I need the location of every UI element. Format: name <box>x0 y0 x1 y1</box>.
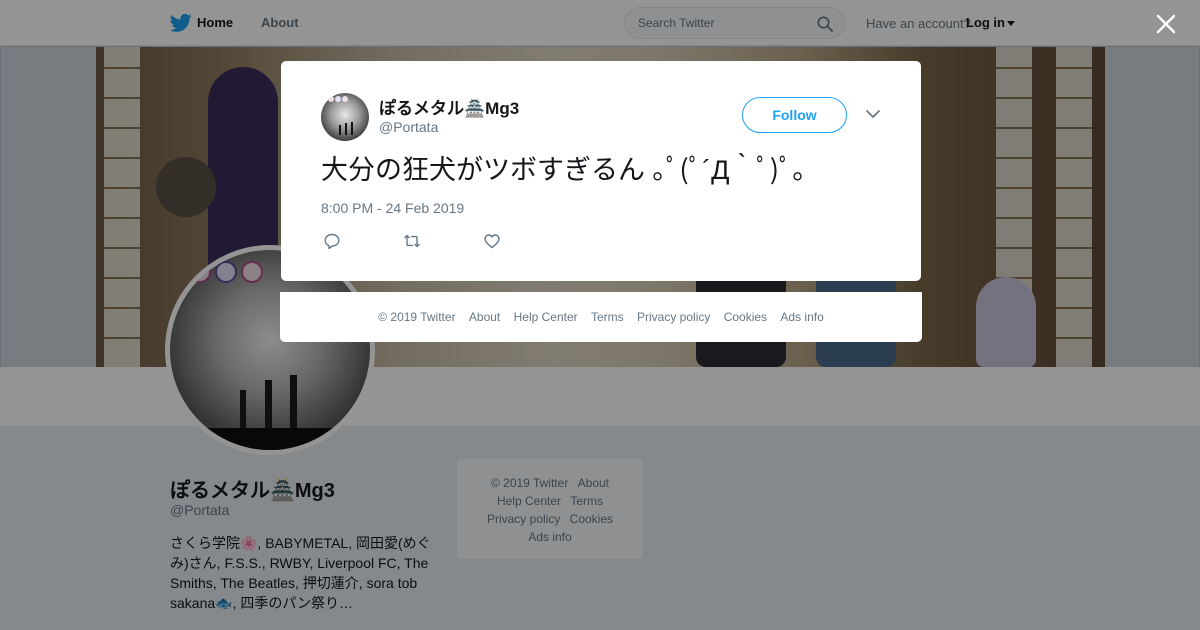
retweet-icon[interactable] <box>403 232 421 250</box>
footer-link-help-center[interactable]: Help Center <box>514 310 578 324</box>
tweet-author-handle[interactable]: @Portata <box>379 119 438 135</box>
reply-icon[interactable] <box>323 232 341 250</box>
footer-link-terms[interactable]: Terms <box>591 310 624 324</box>
footer-link-cookies[interactable]: Cookies <box>724 310 767 324</box>
footer-copyright: © 2019 Twitter <box>378 310 456 324</box>
footer-link-ads-info[interactable]: Ads info <box>780 310 823 324</box>
tweet-author-avatar[interactable] <box>321 93 369 141</box>
footer-link-about[interactable]: About <box>469 310 500 324</box>
heart-icon[interactable] <box>483 232 501 250</box>
tweet-author-name[interactable]: ぽるメタル🏯Mg3 <box>379 94 519 119</box>
chevron-down-icon[interactable] <box>865 108 881 120</box>
modal-footer: © 2019 Twitter About Help Center Terms P… <box>280 292 922 342</box>
follow-button[interactable]: Follow <box>742 97 847 133</box>
footer-link-privacy[interactable]: Privacy policy <box>637 310 710 324</box>
tweet-modal: ぽるメタル🏯Mg3 @Portata Follow 大分の狂犬がツボすぎるん ｡… <box>281 61 921 281</box>
close-icon[interactable] <box>1152 10 1180 38</box>
avatar-scene <box>328 96 353 135</box>
tweet-text: 大分の狂犬がツボすぎるん ｡ﾟ(ﾟ´Д｀ﾟ)ﾟ｡ <box>321 155 807 185</box>
tweet-timestamp[interactable]: 8:00 PM - 24 Feb 2019 <box>321 200 464 216</box>
